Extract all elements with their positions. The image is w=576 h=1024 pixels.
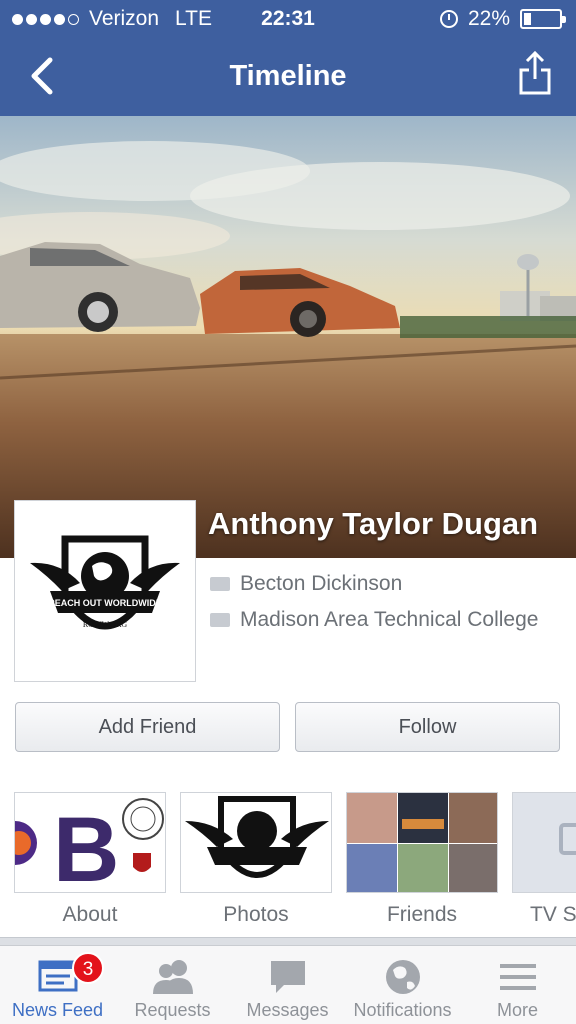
divider: [0, 937, 576, 945]
about-tile[interactable]: B: [14, 792, 166, 893]
school-label: Madison Area Technical College: [240, 608, 539, 631]
logo-text: REACH OUT WORLDWIDE: [48, 598, 162, 608]
school-icon: [210, 613, 230, 627]
battery-percent: 22%: [467, 7, 510, 30]
school-info[interactable]: Madison Area Technical College: [210, 608, 538, 632]
tab-news-feed[interactable]: 3 News Feed: [0, 946, 115, 1024]
tab-label: More: [496, 1000, 538, 1020]
menu-icon: [499, 964, 536, 990]
tab-requests[interactable]: Requests: [115, 946, 230, 1024]
top-bar: Verizon LTE 22:31 22% Timeline: [0, 0, 576, 116]
svg-text:B: B: [53, 799, 119, 893]
work-info[interactable]: Becton Dickinson: [210, 572, 402, 596]
add-friend-button[interactable]: Add Friend: [15, 702, 280, 752]
photos-tile[interactable]: [180, 792, 332, 893]
tab-notifications[interactable]: Notifications: [345, 946, 460, 1024]
battery-icon: [520, 9, 566, 29]
profile-name: Anthony Taylor Dugan: [208, 506, 539, 541]
section-label-friends: Friends: [386, 903, 458, 926]
logo-subtext: ROWW.ORG: [83, 620, 128, 629]
section-label-photos: Photos: [223, 903, 289, 926]
tab-bar: 3 News Feed Requests Messages Notificati…: [0, 945, 576, 1024]
roww-logo: REACH OUT WORLDWIDE ROWW.ORG: [30, 535, 180, 630]
follow-button[interactable]: Follow: [295, 702, 560, 752]
tv-shows-tile[interactable]: [512, 792, 576, 893]
briefcase-icon: [210, 577, 230, 591]
profile-picture[interactable]: REACH OUT WORLDWIDE ROWW.ORG: [14, 500, 196, 682]
globe-icon: [385, 960, 420, 994]
share-icon[interactable]: [518, 50, 552, 96]
tab-messages[interactable]: Messages: [230, 946, 345, 1024]
tab-label: Messages: [246, 1000, 329, 1020]
section-label-about: About: [62, 903, 118, 926]
page-title: Timeline: [229, 60, 347, 92]
tab-more[interactable]: More: [460, 946, 575, 1024]
tab-label: News Feed: [11, 1000, 104, 1020]
work-label: Becton Dickinson: [240, 572, 403, 595]
alarm-icon: [439, 10, 458, 28]
messages-icon: [270, 961, 305, 993]
status-bar: Verizon LTE 22:31 22%: [0, 0, 576, 38]
nav-bar: Timeline: [0, 38, 576, 116]
tab-label: Requests: [134, 1000, 211, 1020]
cover-photo[interactable]: [0, 116, 576, 558]
tab-label: Notifications: [353, 1000, 452, 1020]
notification-badge: 3: [72, 952, 104, 984]
requests-icon: [152, 960, 193, 994]
friends-tile[interactable]: [346, 792, 498, 893]
section-label-tv: TV S: [530, 903, 576, 926]
